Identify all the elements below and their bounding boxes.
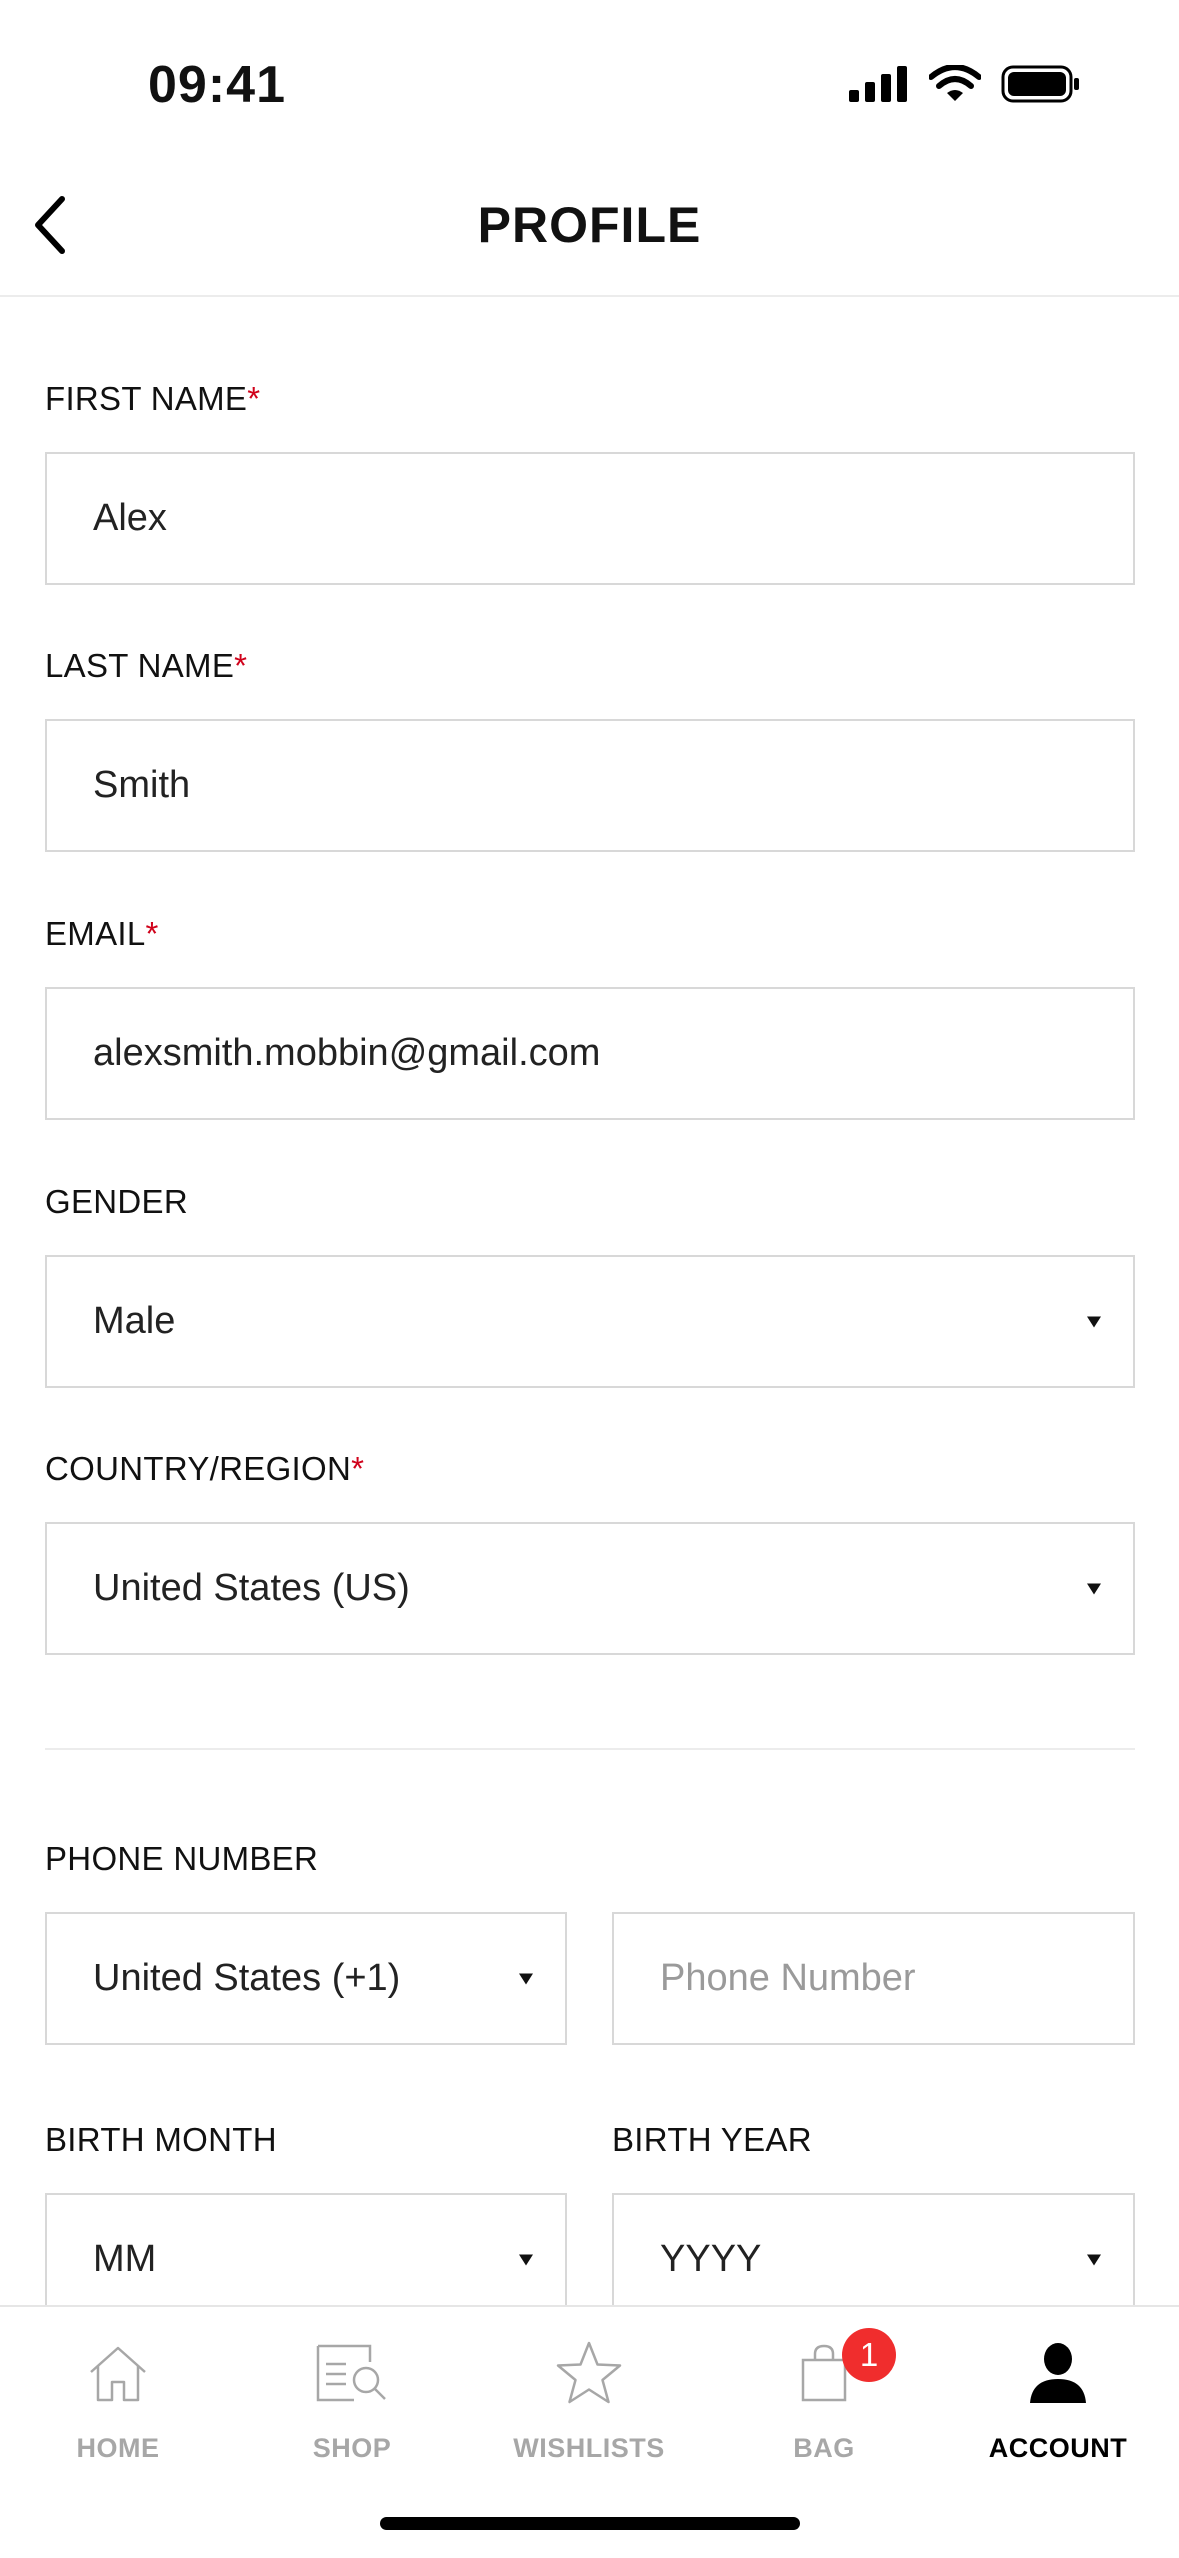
section-divider <box>45 1748 1135 1750</box>
birth-year-value: YYYY <box>660 2238 762 2280</box>
nav-header: PROFILE <box>0 150 1179 297</box>
birth-month-value: MM <box>93 2238 157 2280</box>
shop-search-icon <box>316 2344 386 2402</box>
email-value: alexsmith.mobbin@gmail.com <box>93 1032 601 1074</box>
caret-down-icon <box>1087 2254 1101 2265</box>
first-name-field[interactable]: Alex <box>45 452 1135 585</box>
caret-down-icon <box>1087 1316 1101 1327</box>
tab-account[interactable]: ACCOUNT <box>958 2333 1158 2464</box>
caret-down-icon <box>519 1973 533 1984</box>
tab-bag[interactable]: 1 BAG <box>724 2328 924 2464</box>
person-icon <box>1030 2343 1086 2403</box>
caret-down-icon <box>519 2254 533 2265</box>
country-select[interactable]: United States (US) <box>45 1522 1135 1655</box>
status-time: 09:41 <box>148 56 286 114</box>
first-name-value: Alex <box>93 497 167 539</box>
gender-value: Male <box>93 1300 176 1342</box>
last-name-field[interactable]: Smith <box>45 719 1135 852</box>
required-mark: * <box>234 647 248 684</box>
last-name-label: LAST NAME* <box>45 647 248 684</box>
caret-down-icon <box>1087 1583 1101 1594</box>
email-field[interactable]: alexsmith.mobbin@gmail.com <box>45 987 1135 1120</box>
first-name-label: FIRST NAME* <box>45 380 261 417</box>
wifi-icon <box>929 65 981 101</box>
email-label: EMAIL* <box>45 915 159 952</box>
tab-shop[interactable]: SHOP <box>252 2333 452 2464</box>
phone-label: PHONE NUMBER <box>45 1840 319 1877</box>
required-mark: * <box>351 1450 365 1487</box>
phone-country-value: United States (+1) <box>93 1957 401 1999</box>
star-icon <box>556 2341 622 2404</box>
required-mark: * <box>247 380 261 417</box>
gender-select[interactable]: Male <box>45 1255 1135 1388</box>
tab-home[interactable]: HOME <box>18 2333 218 2464</box>
birth-year-label: BIRTH YEAR <box>612 2121 812 2158</box>
battery-icon <box>1001 65 1079 103</box>
phone-number-placeholder: Phone Number <box>660 1957 916 1999</box>
tab-wishlists[interactable]: WISHLISTS <box>489 2333 689 2464</box>
birth-month-label: BIRTH MONTH <box>45 2121 277 2158</box>
last-name-value: Smith <box>93 764 191 806</box>
phone-number-input[interactable]: Phone Number <box>612 1912 1135 2045</box>
status-bar: 09:41 <box>0 0 1179 150</box>
bag-count-badge: 1 <box>842 2328 896 2382</box>
page-title: PROFILE <box>477 197 702 253</box>
phone-country-select[interactable]: United States (+1) <box>45 1912 567 2045</box>
gender-label: GENDER <box>45 1183 188 1220</box>
status-icons <box>849 64 1081 104</box>
country-label: COUNTRY/REGION* <box>45 1450 365 1487</box>
required-mark: * <box>145 915 159 952</box>
home-indicator <box>380 2517 800 2530</box>
home-icon <box>90 2346 146 2402</box>
country-value: United States (US) <box>93 1567 410 1609</box>
cellular-signal-icon <box>849 66 907 102</box>
